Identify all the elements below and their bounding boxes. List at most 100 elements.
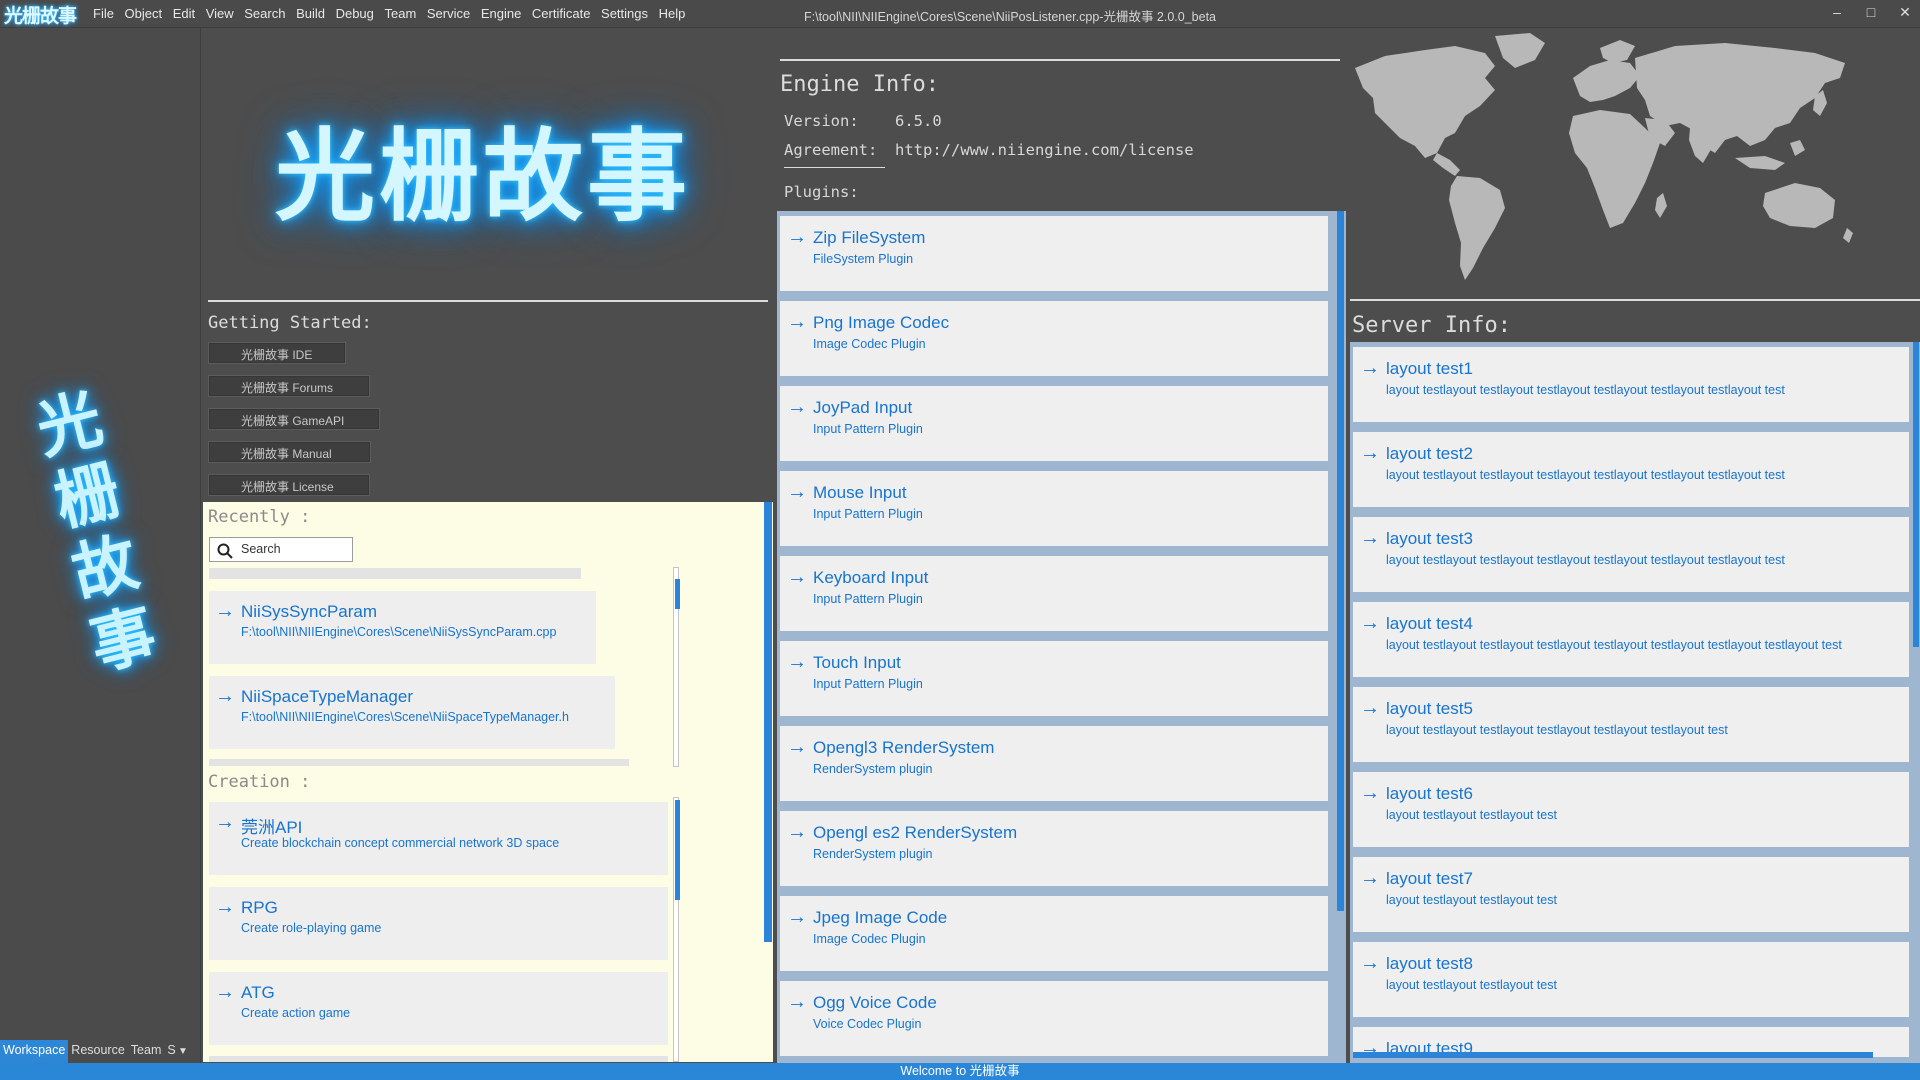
server-hscrollbar-thumb[interactable] — [1353, 1052, 1873, 1058]
close-icon[interactable]: ✕ — [1898, 4, 1912, 21]
server-item-title: layout test3 — [1386, 529, 1473, 548]
server-item-title: layout test8 — [1386, 954, 1473, 973]
plugin-item[interactable]: → Jpeg Image Code Image Codec Plugin — [780, 896, 1328, 971]
creation-item-title: RPG — [241, 898, 278, 917]
recent-item[interactable]: → NiiSysSyncParam F:\tool\NII\NIIEngine\… — [209, 591, 596, 664]
creation-item[interactable]: → ATG Create action game — [209, 972, 668, 1045]
plugin-item[interactable]: → Ogg Voice Code Voice Codec Plugin — [780, 981, 1328, 1056]
plugin-item[interactable]: → Opengl3 RenderSystem RenderSystem plug… — [780, 726, 1328, 801]
world-map-image — [1355, 33, 1853, 280]
arrow-right-icon: → — [787, 481, 807, 503]
arrow-right-icon: → — [787, 651, 807, 673]
plugin-title: Touch Input — [813, 653, 901, 672]
plugin-desc: Voice Codec Plugin — [813, 1017, 922, 1031]
server-info-title: Server Info: — [1352, 313, 1511, 338]
plugin-desc: Input Pattern Plugin — [813, 592, 923, 606]
server-item[interactable]: → layout test1 layout testlayout testlay… — [1353, 347, 1909, 422]
arrow-right-icon: → — [1360, 442, 1380, 464]
arrow-right-icon: → — [215, 685, 235, 707]
arrow-right-icon: → — [1360, 697, 1380, 719]
arrow-right-icon: → — [787, 311, 807, 333]
link-gameapi-button[interactable]: 光栅故事 GameAPI — [208, 408, 380, 430]
panel-scrollbar-thumb[interactable] — [764, 502, 772, 942]
recent-item-title: NiiSysSyncParam — [241, 602, 378, 621]
arrow-right-icon: → — [215, 600, 235, 622]
version-label: Version: — [784, 112, 859, 130]
divider — [208, 300, 768, 302]
recent-item-path: F:\tool\NII\NIIEngine\Cores\Scene\NiiSpa… — [241, 710, 569, 724]
server-item[interactable]: → layout test7 layout testlayout testlay… — [1353, 857, 1909, 932]
plugin-desc: Image Codec Plugin — [813, 337, 926, 351]
plugin-desc: FileSystem Plugin — [813, 252, 914, 266]
server-item-desc: layout testlayout testlayout testlayout … — [1386, 553, 1785, 567]
plugin-desc: RenderSystem plugin — [813, 847, 933, 861]
maximize-icon[interactable]: □ — [1864, 4, 1878, 21]
plugin-item[interactable]: → Touch Input Input Pattern Plugin — [780, 641, 1328, 716]
server-item-desc: layout testlayout testlayout testlayout … — [1386, 383, 1785, 397]
arrow-right-icon: → — [1360, 782, 1380, 804]
server-item[interactable]: → layout test6 layout testlayout testlay… — [1353, 772, 1909, 847]
recent-item[interactable]: → NiiSpaceTypeManager F:\tool\NII\NIIEng… — [209, 676, 615, 749]
minimize-icon[interactable]: – — [1830, 4, 1844, 21]
creation-item[interactable]: → 莞洲API Create blockchain concept commer… — [209, 802, 668, 875]
link-license-button[interactable]: 光栅故事 License — [208, 474, 370, 496]
plugin-title: Keyboard Input — [813, 568, 929, 587]
plugin-desc: Image Codec Plugin — [813, 932, 926, 946]
server-item[interactable]: → layout test2 layout testlayout testlay… — [1353, 432, 1909, 507]
creation-scrollbar-thumb[interactable] — [675, 800, 680, 900]
recent-scrollbar-thumb[interactable] — [675, 579, 680, 609]
server-item[interactable]: → layout test5 layout testlayout testlay… — [1353, 687, 1909, 762]
plugin-title: Opengl es2 RenderSystem — [813, 823, 1018, 842]
plugin-title: Zip FileSystem — [813, 228, 926, 247]
plugins-scrollbar-thumb[interactable] — [1337, 211, 1344, 911]
agreement-label: Agreement: — [784, 141, 878, 159]
tab-workspace[interactable]: Workspace — [0, 1040, 69, 1063]
arrow-right-icon: → — [1360, 867, 1380, 889]
server-item-desc: layout testlayout testlayout test — [1386, 808, 1557, 822]
arrow-right-icon: → — [1360, 612, 1380, 634]
plugin-item[interactable]: → Zip FileSystem FileSystem Plugin — [780, 216, 1328, 291]
arrow-right-icon: → — [787, 821, 807, 843]
server-item[interactable]: → layout test8 layout testlayout testlay… — [1353, 942, 1909, 1017]
server-item-title: layout test2 — [1386, 444, 1473, 463]
recent-item-path: F:\tool\NII\NIIEngine\Cores\Scene\NiiSys… — [241, 625, 557, 639]
link-ide-button[interactable]: 光栅故事 IDE — [208, 342, 346, 364]
agreement-link[interactable]: http://www.niiengine.com/license — [895, 141, 1194, 159]
tab-overflow-icon[interactable]: ▼ — [178, 1046, 188, 1057]
recent-search-input[interactable]: Search — [209, 537, 353, 562]
tab-team[interactable]: Team — [128, 1040, 165, 1063]
plugin-title: Mouse Input — [813, 483, 907, 502]
link-forums-button[interactable]: 光栅故事 Forums — [208, 375, 370, 397]
title-bar: 光栅故事 File Object Edit View Search Build … — [0, 0, 1920, 28]
plugin-item[interactable]: → Opengl es2 RenderSystem RenderSystem p… — [780, 811, 1328, 886]
tab-s[interactable]: S — [164, 1040, 178, 1063]
server-item-title: layout test5 — [1386, 699, 1473, 718]
recent-list-header — [209, 568, 581, 579]
creation-item[interactable]: → RPG Create role-playing game — [209, 887, 668, 960]
tab-resource[interactable]: Resource — [68, 1040, 128, 1063]
server-item-title: layout test7 — [1386, 869, 1473, 888]
divider — [780, 59, 1340, 61]
plugin-title: Ogg Voice Code — [813, 993, 937, 1012]
search-icon — [217, 543, 233, 559]
plugin-item[interactable]: → Keyboard Input Input Pattern Plugin — [780, 556, 1328, 631]
arrow-right-icon: → — [787, 226, 807, 248]
search-placeholder: Search — [241, 542, 281, 556]
arrow-right-icon: → — [215, 896, 235, 918]
plugin-item[interactable]: → Mouse Input Input Pattern Plugin — [780, 471, 1328, 546]
server-scrollbar-thumb[interactable] — [1913, 342, 1919, 647]
server-item[interactable]: → layout test4 layout testlayout testlay… — [1353, 602, 1909, 677]
plugin-item[interactable]: → Png Image Codec Image Codec Plugin — [780, 301, 1328, 376]
link-manual-button[interactable]: 光栅故事 Manual — [208, 441, 371, 463]
creation-item-title: 莞洲API — [241, 818, 303, 837]
server-item-desc: layout testlayout testlayout test — [1386, 893, 1557, 907]
plugins-label: Plugins: — [784, 183, 859, 201]
server-item-title: layout test6 — [1386, 784, 1473, 803]
plugin-title: Png Image Codec — [813, 313, 950, 332]
server-item-desc: layout testlayout testlayout test — [1386, 978, 1557, 992]
server-item[interactable]: → layout test3 layout testlayout testlay… — [1353, 517, 1909, 592]
plugin-desc: Input Pattern Plugin — [813, 507, 923, 521]
plugin-title: Opengl3 RenderSystem — [813, 738, 995, 757]
creation-title: Creation : — [208, 772, 311, 792]
plugin-item[interactable]: → JoyPad Input Input Pattern Plugin — [780, 386, 1328, 461]
